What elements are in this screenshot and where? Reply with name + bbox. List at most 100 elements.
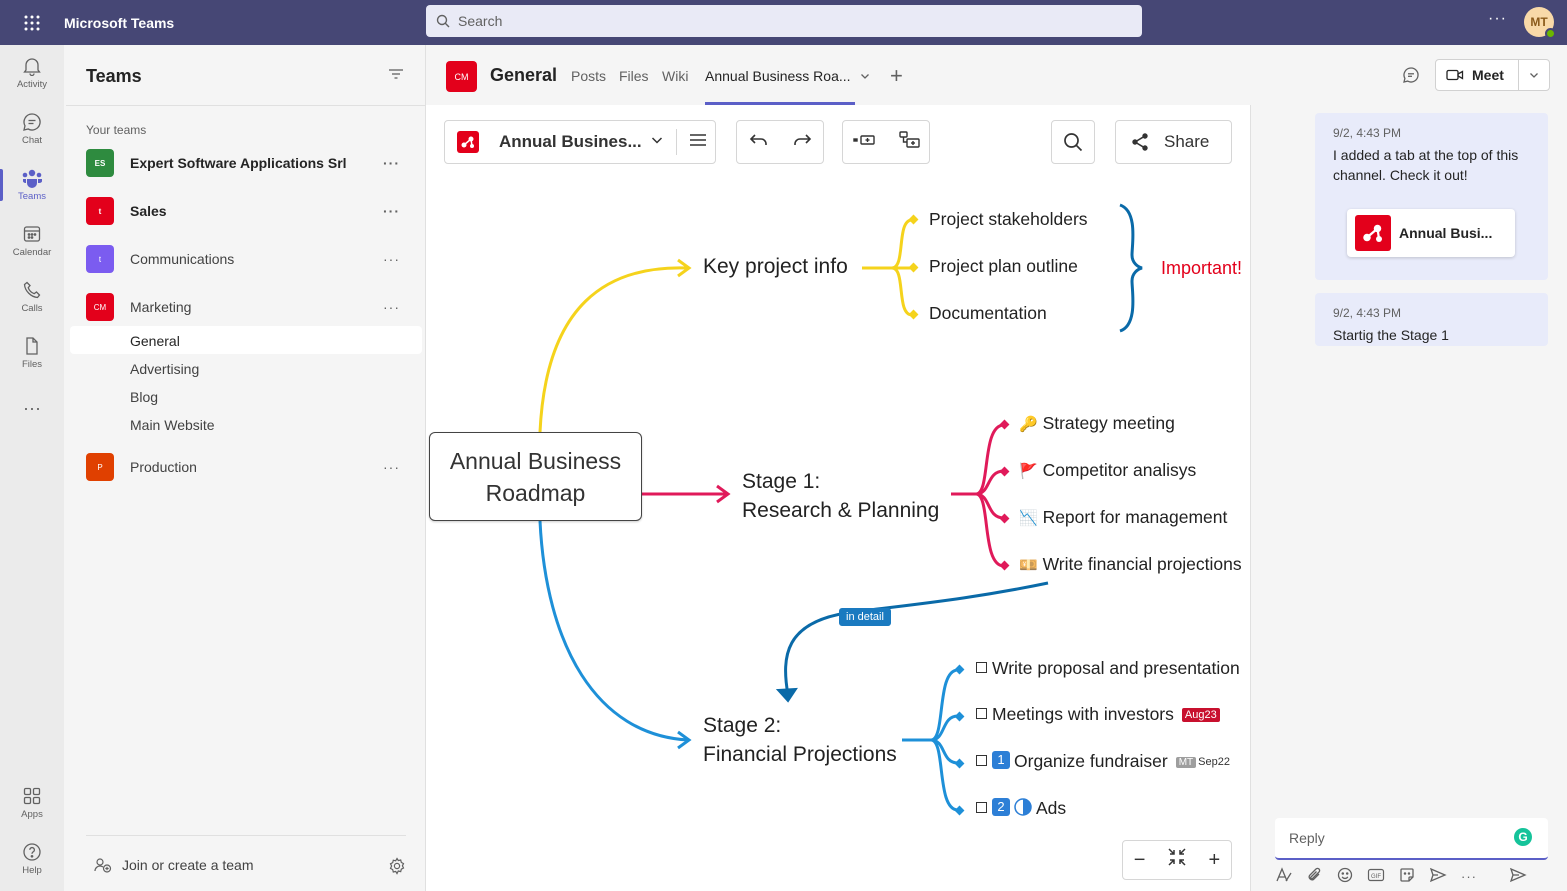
chevron-down-icon[interactable] [1519, 69, 1549, 81]
conversation-icon[interactable] [1402, 66, 1420, 89]
rail-files[interactable]: Files [0, 327, 64, 379]
sticker-icon[interactable] [1399, 867, 1415, 886]
topic-stage-2[interactable]: Stage 2: Financial Projections [703, 711, 897, 769]
topic-organize-fundraiser[interactable]: 1 Organize fundraiser MT Sep22 [976, 751, 1230, 772]
message-text: I added a tab at the top of this channel… [1333, 147, 1519, 183]
channel-avatar: CM [446, 61, 477, 92]
key-icon: 🔑 [1019, 416, 1038, 433]
team-item[interactable]: t Communications ··· [86, 244, 412, 274]
message[interactable]: 9/2, 4:43 PM Startig the Stage 1 [1315, 293, 1548, 346]
zoom-out-button[interactable]: − [1134, 849, 1146, 872]
topic-write-financial-projections[interactable]: 💴 Write financial projections [1019, 554, 1242, 575]
team-avatar: CM [86, 293, 114, 321]
topic-strategy-meeting[interactable]: 🔑 Strategy meeting [1019, 413, 1175, 434]
gif-icon[interactable]: GIF [1367, 867, 1385, 886]
topic-write-proposal[interactable]: Write proposal and presentation [976, 658, 1240, 679]
bullet [954, 664, 965, 675]
topic-text: Report for management [1042, 507, 1228, 527]
reply-input[interactable]: Reply G [1275, 818, 1548, 860]
search-placeholder: Search [458, 13, 503, 29]
connector-stage2-children [902, 668, 959, 812]
topic-key-project-info[interactable]: Key project info [703, 255, 848, 279]
reply-placeholder: Reply [1289, 830, 1325, 846]
tab-wiki[interactable]: Wiki [662, 68, 688, 84]
rail-label: Files [21, 359, 43, 370]
message[interactable]: 9/2, 4:43 PM I added a tab at the top of… [1315, 113, 1548, 280]
grammarly-icon[interactable]: G [1514, 828, 1532, 846]
teams-sidebar: Teams Your teams ES Expert Software Appl… [66, 45, 426, 891]
teams-icon [22, 169, 42, 188]
team-item[interactable]: CM Marketing ··· [86, 292, 412, 322]
rail-help[interactable]: Help [0, 833, 64, 885]
team-item[interactable]: P Production ··· [86, 452, 412, 482]
meet-button[interactable]: Meet [1435, 59, 1550, 91]
assignee-badge: MT [1175, 756, 1197, 768]
due-date-badge: Aug23 [1181, 708, 1220, 723]
rail-apps[interactable]: Apps [0, 777, 64, 829]
rail-chat[interactable]: Chat [0, 103, 64, 155]
more-apps-icon[interactable]: ··· [0, 382, 64, 434]
app-launcher-icon[interactable] [0, 0, 64, 45]
topic-project-plan-outline[interactable]: Project plan outline [929, 256, 1078, 277]
tab-posts[interactable]: Posts [571, 68, 606, 84]
add-tab-icon[interactable]: + [890, 63, 903, 89]
rail-calendar[interactable]: Calendar [0, 215, 64, 267]
gear-icon[interactable] [388, 857, 406, 880]
chevron-down-icon[interactable] [859, 69, 871, 87]
more-options-icon[interactable]: ··· [1488, 10, 1507, 28]
emoji-icon[interactable] [1337, 867, 1353, 886]
team-more-icon[interactable]: ··· [383, 155, 400, 171]
topic-meetings-with-investors[interactable]: Meetings with investors Aug23 [976, 704, 1220, 725]
channel-blog[interactable]: Blog [130, 389, 158, 405]
central-topic[interactable]: Annual Business Roadmap [429, 432, 642, 521]
team-avatar: t [86, 197, 114, 225]
team-item[interactable]: t Sales ··· [86, 196, 412, 226]
chat-icon [23, 113, 41, 131]
checkbox-icon[interactable] [976, 661, 987, 673]
connector-key-info [538, 266, 689, 433]
topic-ads[interactable]: 2 Ads [976, 798, 1066, 819]
topic-documentation[interactable]: Documentation [929, 303, 1047, 324]
user-avatar[interactable]: MT [1524, 7, 1556, 39]
fit-to-screen-icon[interactable] [1167, 847, 1187, 873]
join-team-button[interactable]: Join or create a team [94, 857, 254, 873]
tab-annual-business-roadmap[interactable]: Annual Business Roa... [705, 68, 851, 84]
topic-competitor-analisys[interactable]: 🚩 Competitor analisys [1019, 460, 1196, 481]
topic-stage-1[interactable]: Stage 1: Research & Planning [742, 467, 939, 525]
channel-advertising[interactable]: Advertising [130, 361, 199, 377]
team-more-icon[interactable]: ··· [383, 203, 400, 219]
team-item[interactable]: ES Expert Software Applications Srl ··· [86, 148, 412, 178]
tab-card[interactable]: Annual Busi... [1347, 209, 1515, 257]
channel-main-website[interactable]: Main Website [130, 417, 215, 433]
relationship-label[interactable]: in detail [839, 608, 891, 626]
channel-general[interactable]: General [130, 333, 180, 349]
checkbox-icon[interactable] [976, 801, 987, 813]
mindmap-canvas[interactable]: Annual Busines... Share Annual Business … [426, 105, 1250, 891]
team-more-icon[interactable]: ··· [383, 251, 400, 267]
divider [66, 105, 426, 106]
topic-text: Organize fundraiser [1014, 751, 1168, 771]
checkbox-icon[interactable] [976, 754, 987, 766]
bell-icon [23, 58, 41, 76]
format-icon[interactable] [1275, 867, 1293, 886]
filter-icon[interactable] [388, 67, 404, 86]
send-icon[interactable] [1509, 867, 1527, 886]
callout-important[interactable]: Important! [1161, 258, 1242, 279]
zoom-in-button[interactable]: + [1209, 849, 1221, 872]
schedule-send-icon[interactable] [1429, 867, 1447, 886]
rail-activity[interactable]: Activity [0, 47, 64, 99]
topic-line: Stage 2: [703, 714, 782, 737]
topic-project-stakeholders[interactable]: Project stakeholders [929, 209, 1088, 230]
more-options-icon[interactable]: ··· [1461, 869, 1477, 884]
rail-teams[interactable]: Teams [0, 159, 64, 211]
priority-2-icon: 2 [992, 798, 1010, 817]
search-input[interactable]: Search [426, 5, 1142, 37]
team-more-icon[interactable]: ··· [383, 299, 400, 315]
team-more-icon[interactable]: ··· [383, 459, 400, 475]
attach-icon[interactable] [1307, 867, 1323, 886]
rail-calls[interactable]: Calls [0, 271, 64, 323]
topic-report-for-management[interactable]: 📉 Report for management [1019, 507, 1227, 528]
checkbox-icon[interactable] [976, 707, 987, 719]
topic-text: Ads [1036, 798, 1067, 818]
tab-files[interactable]: Files [619, 68, 649, 84]
